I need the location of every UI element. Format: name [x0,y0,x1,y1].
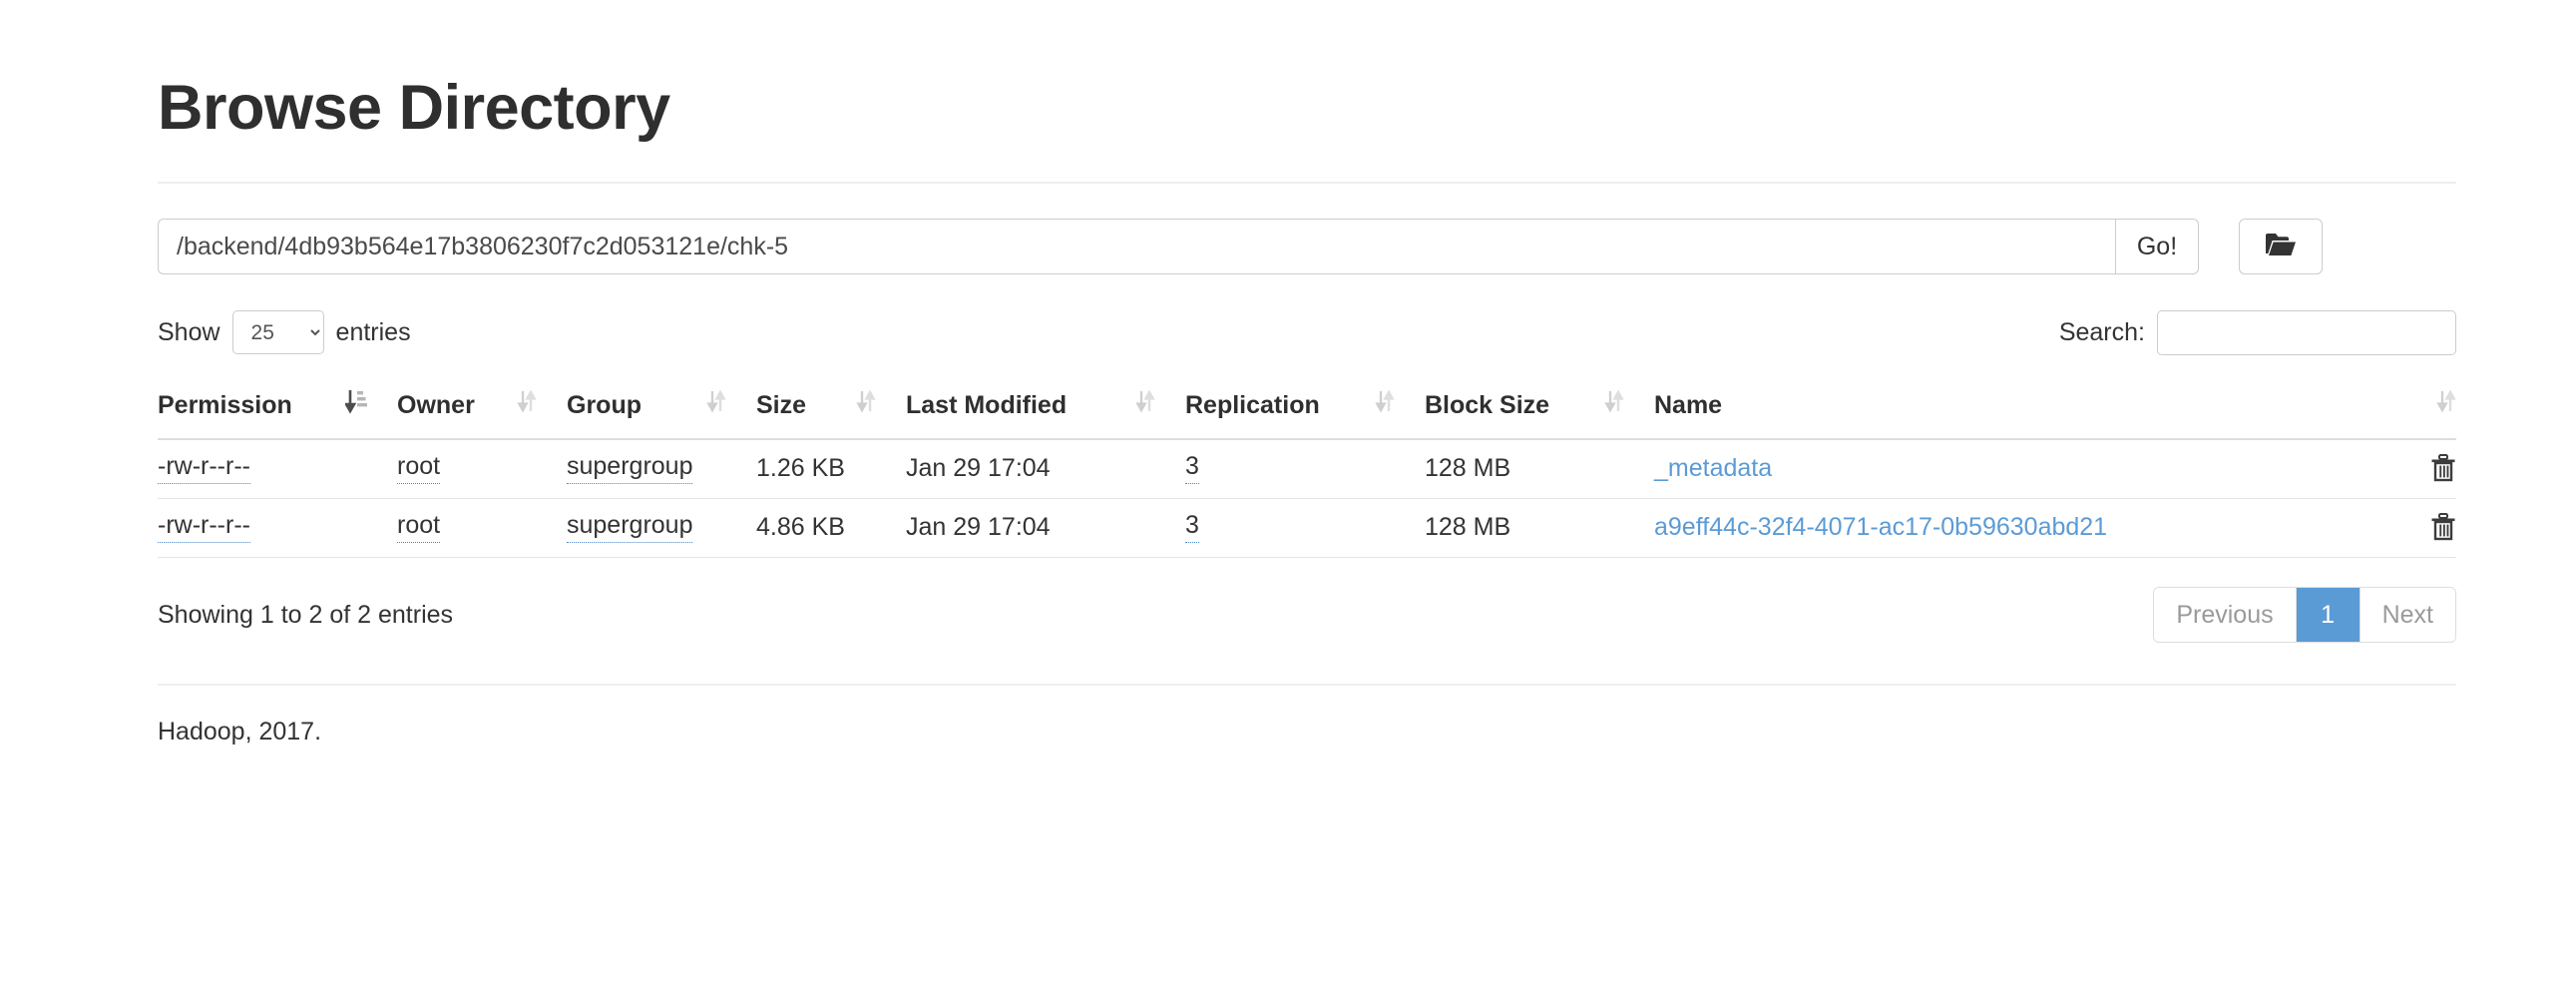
page-length-select[interactable]: 10 25 50 100 [231,310,324,355]
cell-size: 4.86 KB [756,498,906,559]
pagination-page-1[interactable]: 1 [2296,588,2361,643]
search-label: Search: [2058,317,2145,346]
table-header-row: Permission Owner Group Size Last Modifie… [158,379,2456,441]
owner-value[interactable]: root [397,452,441,485]
column-header-size[interactable]: Size [756,379,906,441]
cell-group: supergroup [567,439,756,500]
path-input[interactable] [158,219,2115,275]
cell-permission: -rw-r--r-- [158,498,397,559]
column-label: Name [1654,391,1723,420]
files-table: Permission Owner Group Size Last Modifie… [158,379,2456,559]
cell-block-size: 128 MB [1425,439,1654,500]
column-label: Block Size [1425,391,1550,420]
pagination-next[interactable]: Next [2360,588,2455,643]
cell-owner: root [397,439,567,500]
file-link[interactable]: a9eff44c-32f4-4071-ac17-0b59630abd21 [1654,513,2107,541]
footer-divider [158,684,2456,687]
title-divider [158,182,2456,185]
pagination: Previous 1 Next [2153,587,2456,644]
cell-last-modified: Jan 29 17:04 [906,439,1185,500]
table-controls: Show 10 25 50 100 entries Search: [158,307,2456,357]
column-header-owner[interactable]: Owner [397,379,567,441]
sort-icon [2436,389,2456,422]
page-title: Browse Directory [158,73,670,143]
entries-label: entries [335,317,411,346]
cell-name: a9eff44c-32f4-4071-ac17-0b59630abd21 [1654,498,2376,559]
browse-directory-page: Browse Directory Go! Show [0,0,2576,998]
owner-value[interactable]: root [397,511,441,544]
cell-permission: -rw-r--r-- [158,439,397,500]
delete-row-button[interactable] [2430,453,2456,483]
footer-text: Hadoop, 2017. [158,718,322,747]
page-length-control: Show 10 25 50 100 entries [158,310,411,355]
browse-folder-button[interactable] [2239,219,2323,275]
cell-size: 1.26 KB [756,439,906,500]
column-header-last-modified[interactable]: Last Modified [906,379,1185,441]
column-label: Last Modified [906,391,1068,420]
column-header-replication[interactable]: Replication [1185,379,1425,441]
replication-value[interactable]: 3 [1185,511,1199,544]
files-table-head: Permission Owner Group Size Last Modifie… [158,379,2456,441]
open-folder-icon [2265,232,2297,262]
replication-value[interactable]: 3 [1185,452,1199,485]
sort-icon [1135,389,1155,422]
column-label: Permission [158,391,292,420]
cell-owner: root [397,498,567,559]
column-label: Size [756,391,807,420]
cell-actions [2376,498,2456,559]
cell-block-size: 128 MB [1425,498,1654,559]
sort-amount-down-icon [343,389,367,422]
path-input-group: Go! [158,219,2199,275]
page-container: Browse Directory Go! Show [158,0,2456,747]
table-footer: Showing 1 to 2 of 2 entries Previous 1 N… [158,584,2456,646]
pagination-previous[interactable]: Previous [2154,588,2297,643]
cell-replication: 3 [1185,439,1425,500]
permission-value[interactable]: -rw-r--r-- [158,511,250,544]
delete-row-button[interactable] [2430,512,2456,542]
column-header-name[interactable]: Name [1654,379,2456,441]
trash-icon [2430,513,2456,545]
column-label: Owner [397,391,475,420]
show-label: Show [158,317,220,346]
cell-actions [2376,439,2456,500]
column-header-group[interactable]: Group [567,379,756,441]
table-info: Showing 1 to 2 of 2 entries [158,600,454,629]
files-table-body: -rw-r--r-- root supergroup 1.26 KB Jan 2… [158,439,2456,559]
path-bar: Go! [158,219,2456,275]
sort-icon [1604,389,1624,422]
cell-group: supergroup [567,498,756,559]
search-control: Search: [2058,309,2456,355]
trash-icon [2430,454,2456,486]
cell-last-modified: Jan 29 17:04 [906,498,1185,559]
table-row: -rw-r--r-- root supergroup 1.26 KB Jan 2… [158,439,2456,500]
sort-icon [1375,389,1395,422]
table-row: -rw-r--r-- root supergroup 4.86 KB Jan 2… [158,498,2456,559]
column-header-block-size[interactable]: Block Size [1425,379,1654,441]
sort-icon [856,389,876,422]
column-header-permission[interactable]: Permission [158,379,397,441]
column-label: Group [567,391,642,420]
go-button[interactable]: Go! [2115,219,2199,275]
group-value[interactable]: supergroup [567,511,693,544]
file-link[interactable]: _metadata [1654,454,1772,482]
cell-name: _metadata [1654,439,2376,500]
cell-replication: 3 [1185,498,1425,559]
group-value[interactable]: supergroup [567,452,693,485]
permission-value[interactable]: -rw-r--r-- [158,452,250,485]
sort-icon [517,389,537,422]
column-label: Replication [1185,391,1320,420]
sort-icon [706,389,726,422]
search-input[interactable] [2157,309,2456,355]
